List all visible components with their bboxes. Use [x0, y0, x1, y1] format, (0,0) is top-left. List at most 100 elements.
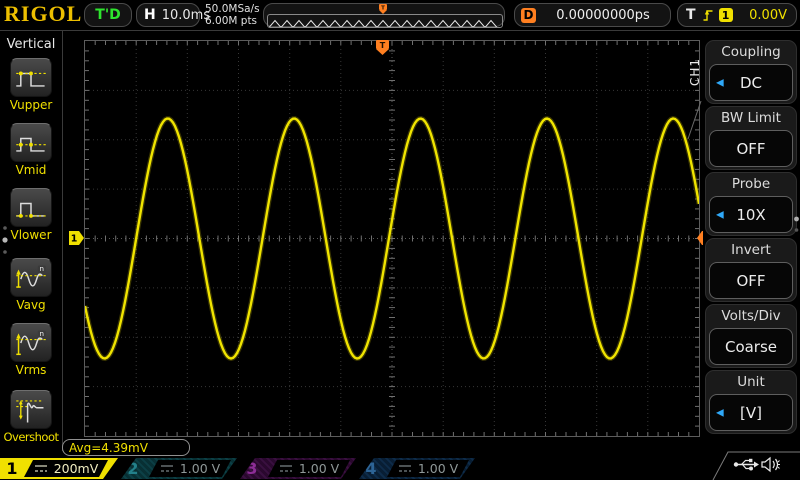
beeper-icon	[761, 456, 780, 473]
svg-text:T: T	[381, 6, 385, 12]
unit-label: Unit	[737, 374, 765, 390]
channel4-number: 4	[365, 459, 377, 478]
memory-window	[267, 14, 503, 28]
vrms-button[interactable]: n	[10, 323, 52, 362]
vrms-icon: n	[16, 329, 46, 355]
invert-value-text: OFF	[736, 271, 766, 290]
volts-div-value[interactable]: Coarse	[709, 328, 793, 365]
measure-category-title: Vertical	[6, 37, 56, 52]
delay-value: 0.00000000ps	[556, 7, 650, 23]
menu-item-unit[interactable]: Unit ◀ [V]	[705, 370, 797, 434]
channel3-number: 3	[246, 459, 258, 478]
timebase-value: 10.0ms	[161, 7, 211, 23]
trigger-readout-box[interactable]: T 1 0.00V	[677, 3, 797, 27]
measure-item-vupper[interactable]: Vupper	[0, 58, 62, 112]
bw-limit-value[interactable]: OFF	[709, 130, 793, 167]
menu-page-dots	[794, 216, 799, 232]
bw-limit-label: BW Limit	[721, 110, 781, 126]
trigger-status-badge: T'D	[84, 3, 132, 27]
vavg-icon: n	[16, 264, 46, 288]
channel3-indicator[interactable]: 3 1.00 V	[240, 458, 356, 479]
overshoot-label: Overshoot	[3, 430, 59, 444]
unit-value[interactable]: ◀ [V]	[709, 394, 793, 431]
vavg-label: Vavg	[16, 298, 46, 312]
vavg-button[interactable]: n	[10, 258, 52, 297]
ch1-position-marker-icon[interactable]: 1	[69, 231, 84, 245]
avg-measurement-readout: Avg=4.39mV	[62, 439, 190, 456]
oscilloscope-screen: RIGOL T'D H 10.0ms 50.0MSa/s 6.00M pts T…	[0, 0, 800, 480]
measure-item-vlower[interactable]: Vlower	[0, 188, 62, 242]
svg-text:n: n	[39, 329, 44, 338]
menu-item-probe[interactable]: Probe ◀ 10X	[705, 172, 797, 236]
coupling-value[interactable]: ◀ DC	[709, 64, 793, 101]
measure-item-overshoot[interactable]: Overshoot	[0, 390, 62, 444]
channel2-indicator[interactable]: 2 1.00 V	[121, 458, 237, 479]
channel3-scale: 1.00 V	[298, 461, 340, 476]
dc-coupling-icon	[279, 464, 293, 473]
menu-item-coupling[interactable]: Coupling ◀ DC	[705, 40, 797, 104]
delay-icon: D	[521, 7, 536, 23]
channel4-scale: 1.00 V	[417, 461, 459, 476]
trigger-source-badge: 1	[718, 8, 733, 22]
vlower-button[interactable]	[10, 188, 52, 227]
probe-label: Probe	[731, 176, 771, 192]
measure-item-vavg[interactable]: n Vavg	[0, 258, 62, 312]
sidebar-page-dots	[2, 226, 8, 254]
vlower-label: Vlower	[10, 228, 52, 242]
rising-edge-icon	[703, 10, 713, 21]
coupling-label: Coupling	[721, 44, 781, 60]
volts-div-label: Volts/Div	[721, 308, 781, 324]
overshoot-icon	[16, 399, 44, 422]
channel2-scale-box: 1.00 V	[149, 460, 231, 477]
coupling-value-text: DC	[739, 73, 763, 92]
channel1-indicator[interactable]: 1 200mV	[0, 458, 118, 479]
svg-text:T: T	[380, 41, 386, 50]
menu-channel-title: CH1	[688, 58, 702, 87]
channel2-scale: 1.00 V	[179, 461, 221, 476]
ch1-trace	[85, 115, 699, 362]
menu-item-bw-limit[interactable]: BW Limit OFF	[705, 106, 797, 170]
measure-sidebar: Vertical Vupper Vmid Vlower n Vavg n Vrm…	[0, 31, 62, 480]
unit-value-text: [V]	[740, 403, 762, 422]
menu-item-volts-div[interactable]: Volts/Div Coarse	[705, 304, 797, 368]
vupper-button[interactable]	[10, 58, 52, 97]
vmid-button[interactable]	[10, 123, 52, 162]
channel1-scale-box: 200mV	[24, 460, 108, 477]
vrms-label: Vrms	[15, 363, 47, 377]
horizontal-timebase-box[interactable]: H 10.0ms	[136, 3, 210, 27]
probe-value[interactable]: ◀ 10X	[709, 196, 793, 233]
memory-depth: 6.00M pts	[205, 15, 258, 27]
usb-icon	[733, 458, 759, 471]
trigger-level-value: 0.00V	[749, 7, 787, 23]
channel4-indicator[interactable]: 4 1.00 V	[359, 458, 475, 479]
svg-text:n: n	[39, 264, 44, 273]
preview-trigger-marker-icon[interactable]: T	[378, 4, 388, 14]
measure-item-vmid[interactable]: Vmid	[0, 123, 62, 177]
dc-coupling-icon	[160, 464, 174, 473]
acquisition-info: 50.0MSa/s 6.00M pts	[205, 3, 260, 27]
dc-coupling-icon	[34, 464, 48, 473]
channel3-scale-box: 1.00 V	[268, 460, 350, 477]
trigger-position-marker-icon[interactable]: T	[376, 40, 389, 56]
vmid-icon	[16, 137, 46, 152]
trigger-status-text: T'D	[95, 7, 121, 23]
avg-value: Avg=4.39mV	[69, 440, 148, 455]
vmid-label: Vmid	[15, 163, 47, 177]
preview-waveform	[268, 19, 498, 27]
delay-readout-box: D 0.00000000ps	[514, 3, 671, 27]
volts-div-value-text: Coarse	[724, 337, 778, 356]
waveform-memory-preview[interactable]: T	[263, 3, 505, 28]
chevron-left-icon: ◀	[716, 77, 724, 88]
measure-item-vrms[interactable]: n Vrms	[0, 323, 62, 377]
horizontal-label: H	[144, 7, 156, 23]
invert-value[interactable]: OFF	[709, 262, 793, 299]
chevron-left-icon: ◀	[716, 209, 724, 220]
topbar-divider	[0, 30, 800, 31]
vlower-icon	[16, 202, 46, 218]
overshoot-button[interactable]	[10, 390, 52, 429]
dc-coupling-icon	[398, 464, 412, 473]
channel2-number: 2	[127, 459, 139, 478]
menu-item-invert[interactable]: Invert OFF	[705, 238, 797, 302]
channel4-scale-box: 1.00 V	[387, 460, 469, 477]
waveform-display-area	[84, 40, 700, 437]
